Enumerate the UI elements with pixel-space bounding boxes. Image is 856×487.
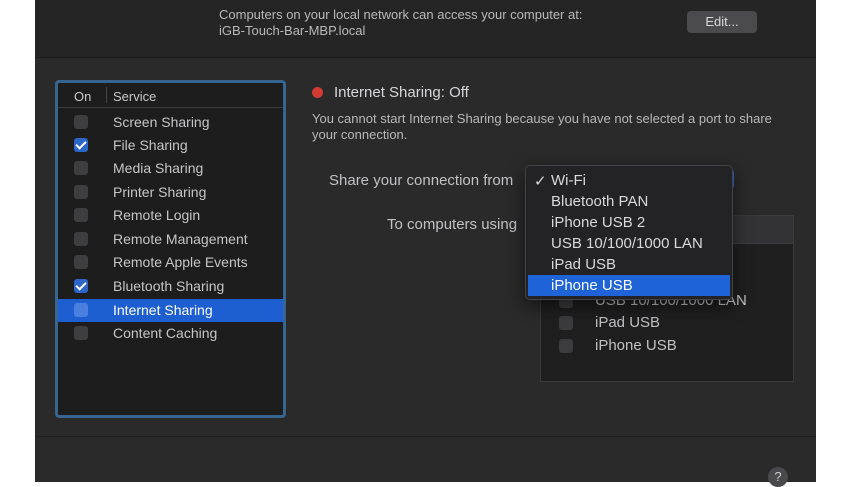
host-info-text: Computers on your local network can acce…: [219, 7, 582, 39]
host-info-line: Computers on your local network can acce…: [219, 7, 583, 22]
divider: [35, 436, 816, 437]
status-indicator-icon: [312, 87, 323, 98]
menu-item-ipad-usb[interactable]: iPad USB: [528, 254, 730, 275]
service-checkbox[interactable]: [74, 185, 88, 199]
service-checkbox[interactable]: [74, 279, 88, 293]
service-row-media-sharing[interactable]: Media Sharing: [58, 157, 283, 180]
service-row-remote-apple-events[interactable]: Remote Apple Events: [58, 251, 283, 274]
service-row-file-sharing[interactable]: File Sharing: [58, 134, 283, 157]
service-row-bluetooth-sharing[interactable]: Bluetooth Sharing: [58, 275, 283, 298]
menu-item-label: Wi-Fi: [551, 172, 586, 189]
menu-item-usb-lan[interactable]: USB 10/100/1000 LAN: [528, 233, 730, 254]
service-label: Media Sharing: [113, 160, 204, 176]
service-checkbox[interactable]: [74, 303, 88, 317]
service-label: Remote Login: [113, 207, 201, 223]
help-button[interactable]: ?: [768, 467, 788, 487]
menu-item-label: USB 10/100/1000 LAN: [551, 235, 703, 252]
service-row-printer-sharing[interactable]: Printer Sharing: [58, 181, 283, 204]
service-row-remote-login[interactable]: Remote Login: [58, 204, 283, 227]
hostname: iGB-Touch-Bar-MBP.local: [219, 23, 366, 38]
service-checkbox[interactable]: [74, 255, 88, 269]
port-label: iPad USB: [595, 314, 661, 331]
service-checkbox[interactable]: [74, 115, 88, 129]
menu-item-wifi[interactable]: ✓ Wi-Fi: [528, 170, 730, 191]
edit-button[interactable]: Edit...: [687, 11, 757, 33]
port-checkbox[interactable]: [559, 316, 573, 330]
service-row-content-caching[interactable]: Content Caching: [58, 322, 283, 345]
service-checkbox[interactable]: [74, 161, 88, 175]
menu-item-bluetooth-pan[interactable]: Bluetooth PAN: [528, 191, 730, 212]
service-list-header: On Service: [58, 83, 283, 108]
service-label: Bluetooth Sharing: [113, 278, 225, 294]
menu-item-label: iPhone USB: [551, 277, 633, 294]
port-row-ipad-usb[interactable]: iPad USB: [541, 312, 793, 334]
service-label: Printer Sharing: [113, 184, 207, 200]
service-list: On Service Screen Sharing File Sharing M…: [55, 80, 286, 418]
service-label: Internet Sharing: [113, 302, 213, 318]
to-computers-label: To computers using: [387, 216, 518, 233]
port-label: iPhone USB: [595, 337, 677, 354]
service-label: Screen Sharing: [113, 114, 210, 130]
share-from-dropdown-menu: ✓ Wi-Fi Bluetooth PAN iPhone USB 2 USB 1…: [525, 165, 733, 300]
checkmark-icon: ✓: [534, 173, 547, 190]
sharing-preferences-window: Computers on your local network can acce…: [35, 0, 816, 487]
service-checkbox[interactable]: [74, 232, 88, 246]
port-checkbox[interactable]: [559, 339, 573, 353]
menu-item-label: iPhone USB 2: [551, 214, 646, 231]
service-checkbox[interactable]: [74, 326, 88, 340]
service-label: Content Caching: [113, 325, 218, 341]
menu-item-iphone-usb[interactable]: iPhone USB: [528, 275, 730, 296]
host-info-bar: Computers on your local network can acce…: [35, 0, 816, 58]
column-header-service[interactable]: Service: [113, 89, 156, 104]
menu-item-iphone-usb-2[interactable]: iPhone USB 2: [528, 212, 730, 233]
service-row-remote-management[interactable]: Remote Management: [58, 228, 283, 251]
service-row-screen-sharing[interactable]: Screen Sharing: [58, 111, 283, 134]
status-title: Internet Sharing: Off: [334, 84, 469, 101]
status-description: You cannot start Internet Sharing becaus…: [312, 111, 772, 142]
service-label: Remote Apple Events: [113, 254, 248, 270]
column-divider: [106, 87, 107, 103]
menu-item-label: Bluetooth PAN: [551, 193, 649, 210]
share-from-label: Share your connection from: [329, 172, 514, 189]
port-row-iphone-usb[interactable]: iPhone USB: [541, 335, 793, 357]
service-label: File Sharing: [113, 137, 188, 153]
service-checkbox[interactable]: [74, 138, 88, 152]
menu-item-label: iPad USB: [551, 256, 617, 273]
service-checkbox[interactable]: [74, 208, 88, 222]
service-row-internet-sharing[interactable]: Internet Sharing: [58, 299, 283, 322]
service-label: Remote Management: [113, 231, 248, 247]
column-header-on[interactable]: On: [74, 89, 91, 104]
